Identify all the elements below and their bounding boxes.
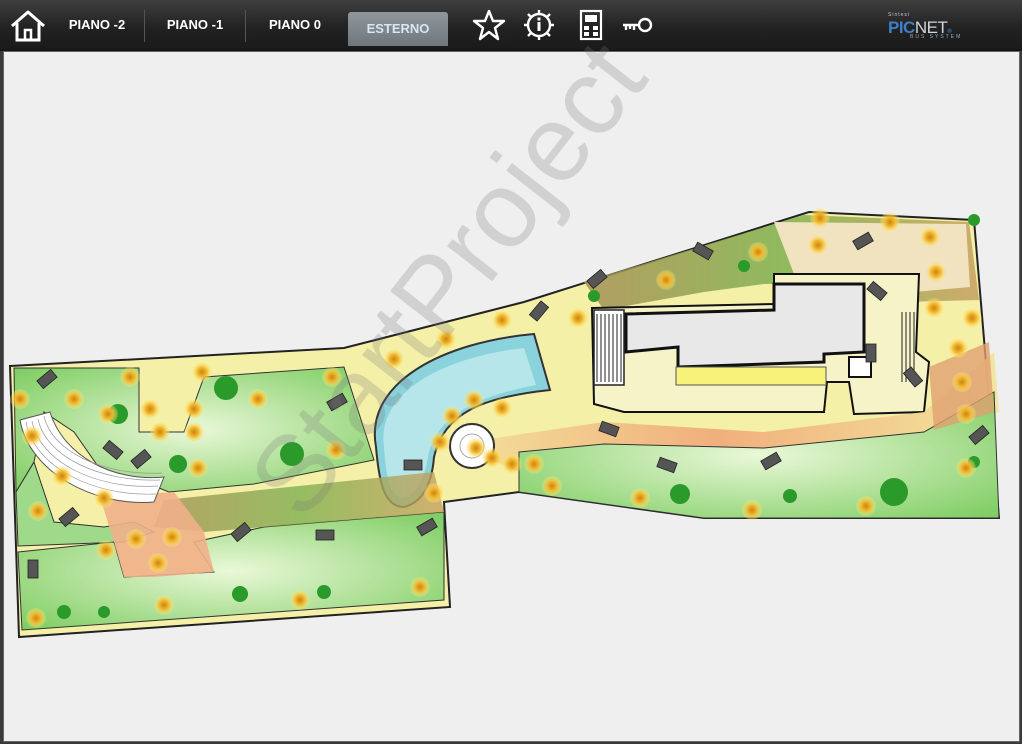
tab-label: PIANO 0	[268, 17, 321, 32]
star-icon	[472, 9, 506, 41]
home-button[interactable]	[6, 4, 50, 46]
info-settings-icon	[524, 10, 554, 40]
tab-piano-0[interactable]: PIANO 0	[246, 10, 344, 42]
tab-esterno[interactable]: ESTERNO	[348, 12, 448, 46]
home-icon	[11, 10, 45, 42]
access-key-button[interactable]	[620, 8, 656, 42]
floor-plan-canvas: StartProject	[3, 19, 1020, 742]
tab-piano-meno-2[interactable]: PIANO -2	[50, 10, 145, 42]
favorites-button[interactable]	[471, 8, 507, 42]
key-icon	[623, 17, 653, 33]
window-strip	[675, 366, 827, 386]
tab-piano-meno-1[interactable]: PIANO -1	[145, 10, 246, 42]
info-settings-button[interactable]	[521, 8, 557, 42]
brand-logo: Sintesi PICNET® BUS SYSTEM	[864, 12, 964, 40]
tab-label: ESTERNO	[366, 21, 430, 36]
top-navigation-bar: PIANO -2 PIANO -1 PIANO 0 ESTERNO Sintes…	[0, 0, 1022, 51]
brand-sub: BUS SYSTEM	[910, 34, 963, 40]
tab-label: PIANO -1	[166, 17, 224, 32]
tab-label: PIANO -2	[68, 17, 126, 32]
